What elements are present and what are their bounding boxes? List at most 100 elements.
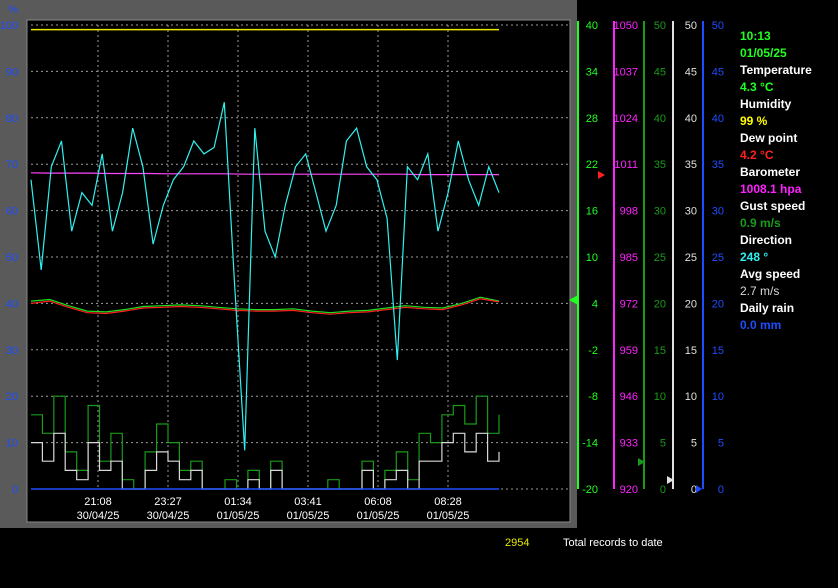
tick-label-avg-speed: 15 bbox=[685, 345, 697, 357]
tick-label-temperature: 22 bbox=[586, 159, 598, 171]
tick-label-avg-speed: 20 bbox=[685, 298, 697, 310]
tick-label-percent: 50 bbox=[6, 252, 18, 264]
tick-label-avg-speed: 50 bbox=[685, 20, 697, 32]
tick-label-rain: 50 bbox=[712, 20, 724, 32]
tick-label-percent: 40 bbox=[6, 298, 18, 310]
dewpoint-marker bbox=[598, 171, 605, 179]
rain-marker bbox=[696, 485, 702, 493]
tick-label-temperature: 40 bbox=[586, 20, 598, 32]
tick-label-temperature: -20 bbox=[582, 484, 598, 496]
tick-label-barometer: 998 bbox=[620, 206, 638, 218]
tick-label-rain: 15 bbox=[712, 345, 724, 357]
tick-label-barometer: 1024 bbox=[614, 113, 638, 125]
tick-label-rain: 0 bbox=[718, 484, 724, 496]
weather-chart: %10090807060504030201004034282216104-2-8… bbox=[0, 0, 724, 528]
tick-label-gust: 30 bbox=[654, 206, 666, 218]
tick-label-gust: 0 bbox=[660, 484, 666, 496]
x-tick-time: 08:28 bbox=[434, 496, 462, 508]
tick-label-gust: 25 bbox=[654, 252, 666, 264]
avgspeed-value: 2.7 m/s bbox=[740, 284, 780, 298]
tick-label-temperature: 4 bbox=[592, 298, 598, 310]
x-tick-date: 01/05/25 bbox=[217, 510, 260, 522]
x-tick-time: 21:08 bbox=[84, 496, 112, 508]
tick-label-temperature: 28 bbox=[586, 113, 598, 125]
tick-label-barometer: 946 bbox=[620, 391, 638, 403]
barometer-label: Barometer bbox=[740, 165, 801, 179]
records-count: 2954 bbox=[505, 537, 530, 549]
x-tick-time: 23:27 bbox=[154, 496, 182, 508]
tick-label-gust: 10 bbox=[654, 391, 666, 403]
tick-label-temperature: 10 bbox=[586, 252, 598, 264]
x-tick-time: 06:08 bbox=[364, 496, 392, 508]
tick-label-avg-speed: 30 bbox=[685, 206, 697, 218]
tick-label-percent: 70 bbox=[6, 159, 18, 171]
tick-label-avg-speed: 5 bbox=[691, 438, 697, 450]
tick-label-avg-speed: 10 bbox=[685, 391, 697, 403]
tick-label-percent: 30 bbox=[6, 345, 18, 357]
tick-label-percent: 10 bbox=[6, 438, 18, 450]
tick-label-gust: 5 bbox=[660, 438, 666, 450]
avgspeed-label: Avg speed bbox=[740, 267, 801, 281]
tick-label-temperature: 34 bbox=[586, 66, 598, 78]
tick-label-barometer: 933 bbox=[620, 438, 638, 450]
rain-label: Daily rain bbox=[740, 301, 795, 315]
temperature-label: Temperature bbox=[740, 63, 812, 77]
x-tick-date: 30/04/25 bbox=[147, 510, 190, 522]
tick-label-percent: 90 bbox=[6, 66, 18, 78]
tick-label-rain: 35 bbox=[712, 159, 724, 171]
tick-label-rain: 5 bbox=[718, 438, 724, 450]
tick-label-rain: 20 bbox=[712, 298, 724, 310]
temperature-value: 4.3 °C bbox=[740, 80, 774, 94]
tick-label-rain: 45 bbox=[712, 66, 724, 78]
tick-label-percent: 100 bbox=[0, 20, 18, 32]
direction-value: 248 ° bbox=[740, 250, 769, 264]
tick-label-avg-speed: 40 bbox=[685, 113, 697, 125]
humidity-label: Humidity bbox=[740, 97, 792, 111]
gust-value: 0.9 m/s bbox=[740, 216, 781, 230]
dewpoint-label: Dew point bbox=[740, 131, 798, 145]
tick-label-avg-speed: 25 bbox=[685, 252, 697, 264]
tick-label-gust: 40 bbox=[654, 113, 666, 125]
tick-label-temperature: -14 bbox=[582, 438, 598, 450]
x-tick-date: 01/05/25 bbox=[287, 510, 330, 522]
tick-label-barometer: 985 bbox=[620, 252, 638, 264]
tick-label-barometer: 959 bbox=[620, 345, 638, 357]
plot-area-border bbox=[26, 19, 571, 523]
tick-label-temperature: 16 bbox=[586, 206, 598, 218]
direction-label: Direction bbox=[740, 233, 793, 247]
tick-label-barometer: 1037 bbox=[614, 66, 638, 78]
rain-value: 0.0 mm bbox=[740, 318, 782, 332]
tick-label-barometer: 1050 bbox=[614, 20, 638, 32]
tick-label-percent: 60 bbox=[6, 206, 18, 218]
x-tick-date: 01/05/25 bbox=[357, 510, 400, 522]
x-tick-date: 01/05/25 bbox=[427, 510, 470, 522]
y-unit-label: % bbox=[8, 4, 18, 16]
x-tick-time: 01:34 bbox=[224, 496, 252, 508]
tick-label-barometer: 1011 bbox=[614, 159, 638, 171]
barometer-value: 1008.1 hpa bbox=[740, 182, 802, 196]
readout-panel: 10:13 01/05/25 Temperature 4.3 °C Humidi… bbox=[740, 28, 836, 334]
tick-label-percent: 80 bbox=[6, 113, 18, 125]
tick-label-rain: 25 bbox=[712, 252, 724, 264]
readout-time: 10:13 bbox=[740, 29, 771, 43]
records-label: Total records to date bbox=[563, 537, 663, 549]
tick-label-rain: 40 bbox=[712, 113, 724, 125]
x-tick-date: 30/04/25 bbox=[77, 510, 120, 522]
dewpoint-value: 4.2 °C bbox=[740, 148, 774, 162]
tick-label-percent: 20 bbox=[6, 391, 18, 403]
x-tick-time: 03:41 bbox=[294, 496, 322, 508]
tick-label-percent: 0 bbox=[12, 484, 18, 496]
readout-date: 01/05/25 bbox=[740, 46, 787, 60]
gust-label: Gust speed bbox=[740, 199, 806, 213]
tick-label-avg-speed: 35 bbox=[685, 159, 697, 171]
tick-label-gust: 20 bbox=[654, 298, 666, 310]
humidity-value: 99 % bbox=[740, 114, 768, 128]
tick-label-gust: 45 bbox=[654, 66, 666, 78]
tick-label-temperature: -2 bbox=[588, 345, 598, 357]
tick-label-barometer: 972 bbox=[620, 298, 638, 310]
tick-label-gust: 15 bbox=[654, 345, 666, 357]
tick-label-temperature: -8 bbox=[588, 391, 598, 403]
tick-label-avg-speed: 45 bbox=[685, 66, 697, 78]
tick-label-barometer: 920 bbox=[620, 484, 638, 496]
tick-label-gust: 50 bbox=[654, 20, 666, 32]
